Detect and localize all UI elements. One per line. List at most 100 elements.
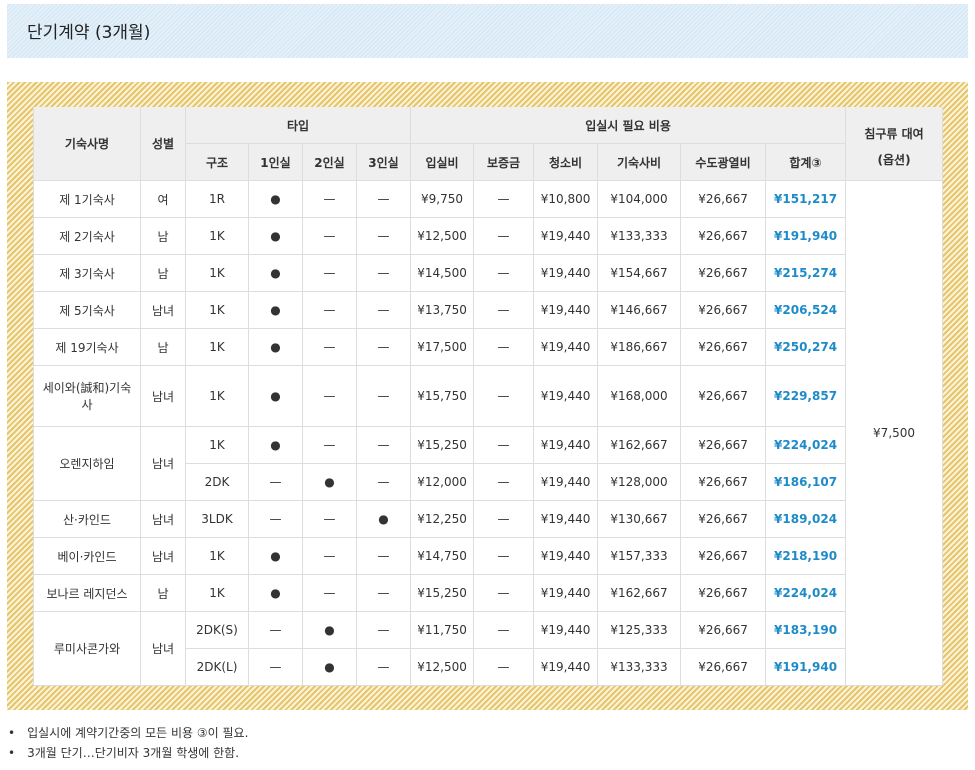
- single-room: ●: [248, 217, 303, 255]
- utilities: ¥26,667: [680, 328, 767, 366]
- dorm-fee: ¥125,333: [597, 611, 682, 649]
- deposit: —: [473, 574, 535, 612]
- entry-fee: ¥11,750: [410, 611, 475, 649]
- utilities: ¥26,667: [680, 180, 767, 218]
- single-room: ●: [248, 426, 303, 464]
- double-room: —: [302, 254, 357, 292]
- header-single-room: 1인실: [248, 143, 303, 181]
- single-room: ●: [248, 537, 303, 575]
- utilities: ¥26,667: [680, 291, 767, 329]
- structure: 1K: [185, 217, 249, 255]
- total: ¥250,274: [765, 328, 847, 366]
- utilities: ¥26,667: [680, 500, 767, 538]
- structure: 1K: [185, 365, 249, 427]
- table-row: 세이와(誠和)기숙사 남녀 1K ● — — ¥15,750— ¥19,440 ¥168,000…: [33, 365, 943, 427]
- total: ¥183,190: [765, 611, 847, 649]
- total: ¥206,524: [765, 291, 847, 329]
- utilities: ¥26,667: [680, 365, 767, 427]
- header-deposit: 보증금: [473, 143, 535, 181]
- double-room: ●: [302, 463, 357, 501]
- cleaning-fee: ¥19,440: [533, 217, 599, 255]
- table-row: 제 19기숙사 남 1K ● — — ¥17,500— ¥19,440 ¥186,667 ¥26,…: [33, 328, 943, 366]
- structure: 1K: [185, 254, 249, 292]
- deposit: —: [473, 611, 535, 649]
- triple-room: —: [355, 574, 412, 612]
- gender: 남녀: [140, 500, 186, 538]
- header-costs: 입실시 필요 비용: [410, 107, 847, 144]
- dorm-fee: ¥146,667: [597, 291, 682, 329]
- triple-room: —: [355, 426, 412, 464]
- entry-fee: ¥14,500: [410, 254, 475, 292]
- cleaning-fee: ¥19,440: [533, 365, 599, 427]
- double-room: —: [302, 291, 357, 329]
- cleaning-fee: ¥19,440: [533, 574, 599, 612]
- structure: 2DK(S): [185, 611, 249, 649]
- deposit: —: [473, 180, 535, 218]
- double-room: —: [302, 365, 357, 427]
- triple-room: —: [355, 254, 412, 292]
- table-row: 제 5기숙사 남녀 1K ● — — ¥13,750— ¥19,440 ¥146,667 ¥26,…: [33, 291, 943, 329]
- table-row: 베이·카인드 남녀 1K ● — — ¥14,750— ¥19,440 ¥157,333 ¥26,…: [33, 537, 943, 575]
- deposit: —: [473, 254, 535, 292]
- triple-room: —: [355, 463, 412, 501]
- utilities: ¥26,667: [680, 254, 767, 292]
- dorm-name: 루미사콘가와: [33, 611, 141, 686]
- entry-fee: ¥15,250: [410, 426, 475, 464]
- utilities: ¥26,667: [680, 574, 767, 612]
- table-row: 산·카인드 남녀 3LDK — — ● ¥12,250— ¥19,440 ¥130,667 ¥26…: [33, 500, 943, 538]
- double-room: ●: [302, 648, 357, 686]
- utilities: ¥26,667: [680, 537, 767, 575]
- deposit: —: [473, 537, 535, 575]
- gender: 남녀: [140, 537, 186, 575]
- total: ¥191,940: [765, 217, 847, 255]
- dorm-fee: ¥162,667: [597, 426, 682, 464]
- header-bedding: 침구류 대여 (옵션): [845, 107, 944, 181]
- table-row: 오렌지하임 남녀 1K ● — — ¥15,250— ¥19,440 ¥162,667 ¥26,6…: [33, 426, 943, 501]
- total: ¥151,217: [765, 180, 847, 218]
- header-cleaning-fee: 청소비: [533, 143, 599, 181]
- single-room: —: [248, 500, 303, 538]
- bedding-sub-label: (옵션): [877, 153, 911, 167]
- dorm-fee: ¥162,667: [597, 574, 682, 612]
- dorm-fee: ¥128,000: [597, 463, 682, 501]
- deposit: —: [473, 648, 535, 686]
- gender: 남녀: [140, 291, 186, 329]
- entry-fee: ¥12,500: [410, 217, 475, 255]
- table-row: 루미사콘가와 남녀 2DK(S) — ● — ¥11,750— ¥19,440 ¥125,333…: [33, 611, 943, 686]
- total: ¥229,857: [765, 365, 847, 427]
- double-room: —: [302, 217, 357, 255]
- triple-room: —: [355, 180, 412, 218]
- dorm-fee: ¥133,333: [597, 217, 682, 255]
- triple-room: —: [355, 611, 412, 649]
- dorm-name: 산·카인드: [33, 500, 141, 538]
- cleaning-fee: ¥10,800: [533, 180, 599, 218]
- gender: 남녀: [140, 611, 186, 686]
- single-room: ●: [248, 365, 303, 427]
- utilities: ¥26,667: [680, 217, 767, 255]
- entry-fee: ¥15,250: [410, 574, 475, 612]
- bedding-label: 침구류 대여: [864, 127, 924, 141]
- dorm-name: 보나르 레지던스: [33, 574, 141, 612]
- dorm-fee: ¥157,333: [597, 537, 682, 575]
- deposit: —: [473, 426, 535, 464]
- total: ¥186,107: [765, 463, 847, 501]
- structure: 1K: [185, 574, 249, 612]
- structure: 2DK(L): [185, 648, 249, 686]
- pricing-table: 기숙사명 성별 타입 입실시 필요 비용 침구류 대여 (옵션) 구조 1인실 2인실…: [33, 107, 944, 686]
- triple-room: —: [355, 537, 412, 575]
- section-header: 단기계약 (3개월): [7, 4, 968, 58]
- dorm-name: 제 19기숙사: [33, 328, 141, 366]
- single-room: —: [248, 648, 303, 686]
- double-room: —: [302, 500, 357, 538]
- entry-fee: ¥17,500: [410, 328, 475, 366]
- header-dorm-name: 기숙사명: [33, 107, 141, 181]
- dorm-name: 오렌지하임: [33, 426, 141, 501]
- structure: 3LDK: [185, 500, 249, 538]
- table-row: 제 2기숙사 남 1K ● — — ¥12,500— ¥19,440 ¥133,333 ¥26,6…: [33, 217, 943, 255]
- structure: 1K: [185, 291, 249, 329]
- single-room: ●: [248, 291, 303, 329]
- table-row: 제 3기숙사 남 1K ● — — ¥14,500— ¥19,440 ¥154,667 ¥26,6…: [33, 254, 943, 292]
- dorm-fee: ¥154,667: [597, 254, 682, 292]
- dorm-name: 베이·카인드: [33, 537, 141, 575]
- gender: 남녀: [140, 365, 186, 427]
